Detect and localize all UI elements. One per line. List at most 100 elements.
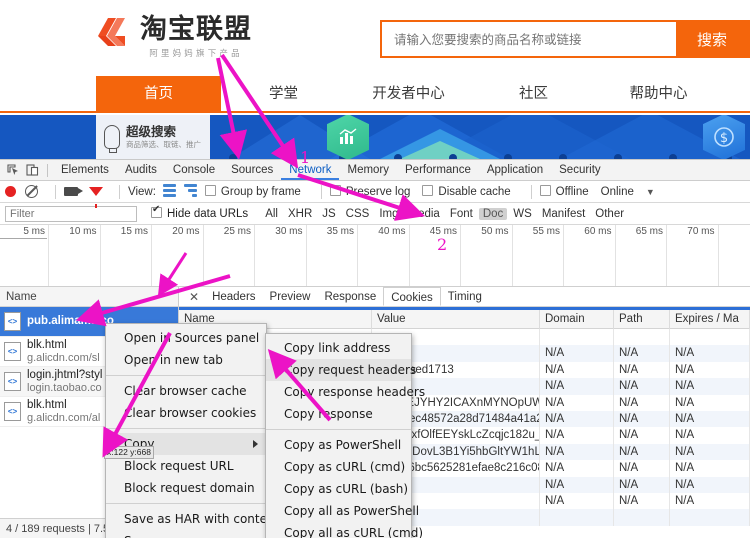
devtools-tab-security[interactable]: Security: [551, 160, 609, 180]
clear-button[interactable]: [25, 185, 38, 198]
context-menu[interactable]: Open in Sources panel Open in new tab Clea…: [105, 323, 279, 538]
menu-item[interactable]: Copy request headers: [266, 359, 416, 381]
menu-item-label: Open in Sources panel: [124, 331, 260, 345]
inspect-element-icon[interactable]: [5, 162, 22, 179]
nav-item-label: 帮助中心: [629, 86, 688, 102]
submenu-arrow-icon: [253, 440, 258, 448]
money-hex-icon: $: [703, 115, 745, 159]
filter-icon[interactable]: [89, 187, 103, 208]
cursor-coordinate-tooltip: x:122 y:668: [104, 446, 154, 459]
detail-tab-response[interactable]: Response: [317, 287, 383, 306]
filter-type-xhr[interactable]: XHR: [284, 208, 316, 220]
chart-hex-icon: [327, 115, 369, 159]
group-by-frame-checkbox[interactable]: Group by frame: [204, 185, 301, 198]
column-header-domain[interactable]: Domain: [540, 309, 614, 329]
record-button[interactable]: [5, 186, 16, 197]
nav-item-1[interactable]: 学堂: [221, 76, 346, 113]
devtools-tab-application[interactable]: Application: [479, 160, 551, 180]
request-name-column-header[interactable]: Name: [0, 287, 178, 307]
detail-tab-timing[interactable]: Timing: [441, 287, 489, 306]
filter-type-font[interactable]: Font: [446, 208, 477, 220]
site-logo[interactable]: 淘宝联盟 阿里妈妈旗下产品: [94, 14, 252, 59]
hide-data-urls-checkbox[interactable]: Hide data URLs: [151, 204, 248, 220]
menu-item[interactable]: Copy as PowerShell: [266, 434, 411, 456]
search-button[interactable]: 搜索: [676, 22, 748, 56]
timeline-gridline: [614, 225, 616, 286]
detail-tab-cookies[interactable]: Cookies: [383, 287, 441, 306]
throttling-value[interactable]: Online: [601, 186, 634, 198]
close-icon[interactable]: ✕: [183, 290, 205, 304]
lightbulb-icon: [104, 125, 120, 153]
nav-item-label: 首页: [144, 86, 173, 102]
devtools-tab-memory[interactable]: Memory: [339, 160, 397, 180]
preserve-log-checkbox[interactable]: Preserve log: [329, 185, 410, 198]
devtools-tab-audits[interactable]: Audits: [117, 160, 165, 180]
column-header-value[interactable]: Value: [372, 309, 540, 329]
network-toolbar: View: Group by frame Preserve log Disabl…: [0, 181, 750, 208]
filter-type-css[interactable]: CSS: [342, 208, 374, 220]
cookie-path: N/A: [614, 378, 670, 395]
cookie-path: N/A: [614, 460, 670, 477]
filter-type-all[interactable]: All: [261, 208, 282, 220]
timeline-tick-label: 5 ms: [23, 226, 45, 237]
devtools-tab-console[interactable]: Console: [165, 160, 223, 180]
detail-tab-headers[interactable]: Headers: [205, 287, 262, 306]
filter-type-ws[interactable]: WS: [509, 208, 536, 220]
chevron-down-icon[interactable]: ▼: [646, 187, 655, 197]
menu-item[interactable]: Clear browser cookies: [106, 402, 266, 424]
filter-type-js[interactable]: JS: [318, 208, 339, 220]
menu-item[interactable]: Copy link address: [266, 337, 411, 359]
nav-item-4[interactable]: 帮助中心: [596, 76, 721, 113]
context-submenu[interactable]: Copy link address Copy request headers Cop…: [265, 333, 425, 538]
devtools-tab-network[interactable]: Network: [281, 160, 340, 180]
banner-card-super-search[interactable]: 超级搜索 商品筛选、取链、推广: [96, 115, 210, 159]
cookie-path: N/A: [614, 394, 670, 411]
devtools-tab-performance[interactable]: Performance: [397, 160, 479, 180]
menu-item[interactable]: Save as...: [106, 530, 266, 538]
menu-item[interactable]: Copy as cURL (cmd): [266, 456, 411, 478]
toolbar-divider: [119, 184, 120, 199]
menu-item[interactable]: Save as HAR with content: [106, 508, 279, 530]
menu-item-label: Copy response headers: [284, 385, 426, 399]
nav-item-0[interactable]: 首页: [96, 76, 221, 113]
menu-item-label: Open in new tab: [124, 353, 223, 367]
filter-type-other[interactable]: Other: [591, 208, 628, 220]
filter-type-media[interactable]: Media: [405, 208, 444, 220]
menu-item[interactable]: Copy response: [266, 403, 411, 425]
nav-item-2[interactable]: 开发者中心: [346, 76, 471, 113]
detail-tab-preview[interactable]: Preview: [263, 287, 318, 306]
disable-cache-checkbox[interactable]: Disable cache: [422, 185, 511, 198]
offline-checkbox[interactable]: Offline: [539, 185, 589, 198]
menu-item[interactable]: Open in new tab: [106, 349, 266, 371]
network-filter-row: Hide data URLs AllXHRJSCSSImgMediaFontDo…: [0, 203, 750, 225]
filter-type-doc[interactable]: Doc: [478, 207, 508, 220]
cookie-expires: N/A: [670, 492, 750, 510]
menu-item-label: Clear browser cookies: [124, 406, 257, 420]
column-header-expires[interactable]: Expires / Ma: [670, 309, 750, 329]
waterfall-view-icon[interactable]: [183, 184, 197, 199]
timeline-tick-label: 55 ms: [532, 226, 560, 237]
menu-item[interactable]: Clear browser cache: [106, 380, 266, 402]
capture-screenshots-icon[interactable]: [64, 187, 83, 196]
filter-input[interactable]: [5, 205, 137, 222]
menu-item[interactable]: Copy all as PowerShell: [266, 500, 419, 522]
menu-item[interactable]: Copy all as cURL (cmd): [266, 522, 423, 538]
device-toolbar-icon[interactable]: [24, 162, 41, 179]
nav-item-3[interactable]: 社区: [471, 76, 596, 113]
search-input[interactable]: [382, 22, 676, 56]
devtools-tab-sources[interactable]: Sources: [223, 160, 281, 180]
offline-label: Offline: [555, 186, 589, 198]
menu-item[interactable]: Copy response headers: [266, 381, 425, 403]
menu-item[interactable]: Open in Sources panel: [106, 327, 266, 349]
filter-type-img[interactable]: Img: [375, 208, 402, 220]
devtools-tab-elements[interactable]: Elements: [53, 160, 117, 180]
menu-separator: [106, 428, 266, 429]
column-header-path[interactable]: Path: [614, 309, 670, 329]
request-detail-tabbar: ✕ Headers Preview Response Cookies Timing: [179, 287, 750, 307]
filter-type-manifest[interactable]: Manifest: [538, 208, 589, 220]
cookie-expires: N/A: [670, 378, 750, 395]
menu-item[interactable]: Block request domain: [106, 477, 266, 499]
menu-item[interactable]: Copy as cURL (bash): [266, 478, 411, 500]
cookie-expires: N/A: [670, 443, 750, 461]
list-view-icon[interactable]: [162, 184, 176, 199]
